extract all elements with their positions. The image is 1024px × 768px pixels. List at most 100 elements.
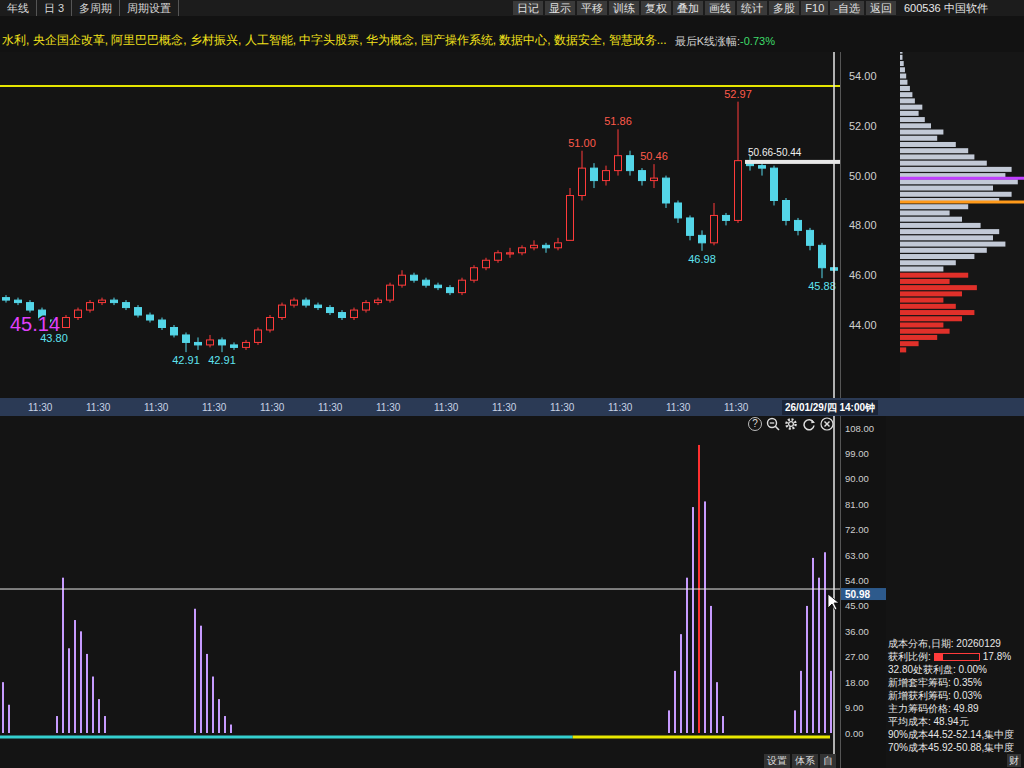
indicator-bar — [14, 733, 16, 734]
period-item[interactable]: 日 3 — [37, 0, 72, 16]
indicator-bar — [806, 606, 808, 733]
profit-fill — [935, 654, 943, 660]
info-tab[interactable]: 财 — [1007, 754, 1021, 767]
candle — [195, 337, 202, 349]
indicator-bar — [32, 733, 34, 734]
indicator-bar — [248, 733, 250, 734]
indicator-bar — [788, 733, 790, 734]
indicator-tick: 63.00 — [845, 550, 869, 561]
indicator-button[interactable]: 设置 — [764, 754, 790, 768]
candle-body — [315, 305, 322, 307]
period-item[interactable]: 周期设置 — [120, 0, 179, 16]
indicator-bar — [830, 671, 832, 733]
toolbar-button[interactable]: 训练 — [609, 1, 639, 15]
candle — [519, 245, 526, 255]
toolbar-button[interactable]: -自选 — [830, 1, 864, 15]
indicator-bar — [626, 733, 628, 734]
indicator-bar — [716, 682, 718, 733]
price-annotation: 52.97 — [724, 88, 752, 100]
indicator-bar — [602, 733, 604, 734]
help-icon[interactable]: ? — [748, 417, 762, 431]
indicator-bar — [524, 733, 526, 734]
candle — [807, 228, 814, 250]
indicator-bar — [548, 733, 550, 734]
indicator-bar — [332, 733, 334, 734]
indicator-bar — [146, 733, 148, 734]
indicator-bar — [824, 552, 826, 733]
candle — [147, 313, 154, 323]
period-item[interactable]: 年线 — [0, 0, 37, 16]
candle — [159, 318, 166, 330]
indicator-bar — [128, 733, 130, 734]
indicator-button[interactable]: 自 — [820, 754, 836, 768]
indicator-bar — [512, 733, 514, 734]
gear-icon[interactable] — [784, 417, 798, 431]
indicator-bar — [260, 733, 262, 734]
candle-body — [807, 230, 814, 245]
chip-bar — [900, 298, 943, 303]
toolbar-button[interactable]: F10 — [801, 1, 828, 15]
chip-bar — [900, 117, 925, 122]
candle-body — [183, 335, 190, 342]
indicator-bar — [182, 733, 184, 734]
indicator-bar — [38, 733, 40, 734]
candle-body — [651, 178, 658, 180]
candle — [495, 250, 502, 262]
indicator-bar — [2, 682, 4, 733]
candle — [15, 298, 22, 305]
toolbar-button[interactable]: 多股 — [769, 1, 799, 15]
toolbar-button[interactable]: 显示 — [545, 1, 575, 15]
indicator-bar — [326, 733, 328, 734]
chip-bar — [900, 248, 987, 253]
indicator-buttons: 设置体系自 — [764, 754, 836, 768]
indicator-button[interactable]: 体系 — [792, 754, 818, 768]
indicator-bar — [134, 733, 136, 734]
indicator-bar — [56, 716, 58, 733]
candle — [291, 298, 298, 308]
candle — [351, 308, 358, 320]
indicator-bar — [86, 654, 88, 733]
indicator-bar — [392, 733, 394, 734]
refresh-icon[interactable] — [802, 417, 816, 431]
candle — [735, 102, 742, 223]
candle-body — [819, 245, 826, 267]
candle-body — [243, 342, 250, 347]
indicator-bar — [488, 733, 490, 734]
toolbar-button[interactable]: 平移 — [577, 1, 607, 15]
crosshair-vertical — [833, 416, 835, 768]
chip-bar — [900, 347, 906, 352]
indicator-bar — [68, 648, 70, 733]
indicator-chart[interactable] — [0, 416, 840, 768]
candle-wick — [654, 164, 655, 188]
price-annotation: 42.91 — [208, 354, 236, 366]
indicator-tick: 0.00 — [845, 728, 864, 739]
chip-bar — [900, 136, 937, 141]
zoom-out-icon[interactable] — [766, 417, 780, 431]
toolbar-button[interactable]: 日记 — [513, 1, 543, 15]
candle — [639, 168, 646, 185]
close-icon[interactable] — [820, 417, 834, 431]
chip-bar — [900, 98, 915, 103]
candle — [675, 201, 682, 223]
indicator-bar — [98, 699, 100, 733]
candle — [207, 335, 214, 347]
indicator-area: ? 设置体系自 — [0, 416, 840, 768]
indicator-bar — [224, 716, 226, 733]
time-label: 11:30 — [608, 400, 666, 415]
toolbar-button[interactable]: 统计 — [737, 1, 767, 15]
toolbar-button[interactable]: 返回 — [866, 1, 896, 15]
time-label: 11:30 — [202, 400, 260, 415]
toolbar-button[interactable]: 叠加 — [673, 1, 703, 15]
candle-body — [291, 300, 298, 305]
time-label: 11:30 — [724, 400, 782, 415]
toolbar-button[interactable]: 复权 — [641, 1, 671, 15]
candle-body — [555, 243, 562, 248]
candlestick-chart[interactable]: 43.8042.9142.9151.0051.8650.4646.9852.97… — [0, 52, 840, 398]
toolbar-button[interactable]: 画线 — [705, 1, 735, 15]
chip-bar — [900, 316, 962, 321]
indicator-bar — [386, 733, 388, 734]
indicator-bar — [362, 733, 364, 734]
candle-body — [135, 308, 142, 315]
period-item[interactable]: 多周期 — [72, 0, 120, 16]
indicator-bar — [242, 733, 244, 734]
